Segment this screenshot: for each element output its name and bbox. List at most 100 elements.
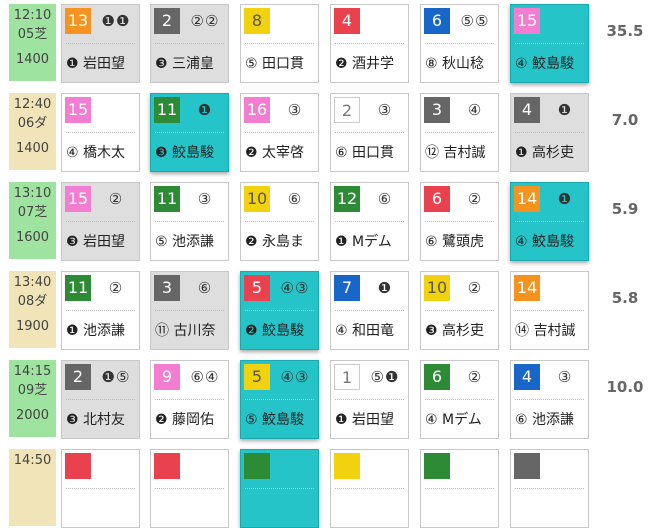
entry-cell[interactable]: 9 ⑥④ ❷ 藤岡佑 xyxy=(150,360,229,439)
jockey-name: ❷ 藤岡佑 xyxy=(155,412,215,428)
jockey-name: ❷ 酒井学 xyxy=(335,56,395,72)
jockey-name: ④ 鮫島駿 xyxy=(515,234,575,250)
horse-number-badge: 13 xyxy=(65,8,91,34)
recent-finish-marks xyxy=(543,276,587,300)
odds-value: 10.0 xyxy=(606,378,644,396)
entry-cell-highlighted[interactable]: 14 ❶ ④ 鮫島駿 xyxy=(510,182,589,261)
jockey-name: ❶ 岩田望 xyxy=(66,56,126,72)
race-distance: 2000 xyxy=(15,408,50,423)
jockey-name: ❸ 高杉吏 xyxy=(425,323,485,339)
entry-cell[interactable]: 8 ⑤ 田口貫 xyxy=(240,4,319,83)
entry-cell[interactable] xyxy=(510,449,589,528)
jockey-name: ❸ 鮫島駿 xyxy=(155,145,215,161)
recent-finish-marks xyxy=(94,454,138,478)
jockey-name: ⑫ 吉村誠 xyxy=(425,145,486,161)
entry-cell[interactable]: 3⑥ ⑪ 古川奈 xyxy=(150,271,229,350)
divider xyxy=(66,488,135,489)
entry-cell[interactable]: 15 ② ❸ 岩田望 xyxy=(61,182,140,261)
jockey-name: ⑥ 田口貫 xyxy=(335,145,395,161)
entry-cell[interactable]: 7❶ ④ 和田竜 xyxy=(330,271,409,350)
recent-finish-marks: ③ xyxy=(197,190,213,208)
recent-finish-marks: ② xyxy=(467,368,483,386)
entry-cell[interactable] xyxy=(150,449,229,528)
divider xyxy=(245,132,314,133)
recent-finish-marks: ⑤⑤ xyxy=(460,12,490,30)
jockey-name: ⑪ 古川奈 xyxy=(155,323,216,339)
horse-number-badge: 14 xyxy=(514,275,540,301)
entry-cell[interactable] xyxy=(61,449,140,528)
recent-finish-marks: ② xyxy=(467,190,483,208)
jockey-name: ❶ 岩田望 xyxy=(335,412,395,428)
entry-cell[interactable]: 15 ④ 橋木太 xyxy=(61,93,140,172)
race-info: 12:10 05芝 1400 xyxy=(9,4,56,81)
entry-cell-highlighted[interactable]: 5 ④③ ⑤ 鮫島駿 xyxy=(240,360,319,439)
horse-number-badge: 6 xyxy=(424,8,450,34)
recent-finish-marks xyxy=(363,9,407,33)
entry-cell[interactable]: 1 ⑤❶ ❶ 岩田望 xyxy=(330,360,409,439)
horse-number-badge xyxy=(334,453,360,479)
entry-cell[interactable]: 11 ③ ⑤ 池添謙 xyxy=(150,182,229,261)
race-course: 05芝 xyxy=(17,27,48,42)
odds-value: 7.0 xyxy=(611,111,639,129)
race-time: 13:10 xyxy=(13,186,52,201)
divider xyxy=(245,488,314,489)
entry-cell-highlighted[interactable] xyxy=(240,449,319,528)
entry-cell[interactable] xyxy=(330,449,409,528)
race-distance: 1600 xyxy=(15,230,50,245)
entry-cell-highlighted[interactable]: 15 ④ 鮫島駿 xyxy=(510,4,589,83)
entry-cell[interactable]: 4③ ⑥ 池添謙 xyxy=(510,360,589,439)
divider xyxy=(66,43,135,44)
recent-finish-marks: ② xyxy=(108,279,124,297)
horse-number-badge: 2 xyxy=(65,364,91,390)
entry-cell[interactable]: 2 ②② ❸ 三浦皇 xyxy=(150,4,229,83)
entry-cell-highlighted[interactable]: 5 ④③ ❷ 鮫島駿 xyxy=(240,271,319,350)
recent-finish-marks xyxy=(363,454,407,478)
recent-finish-marks: ⑤❶ xyxy=(370,368,400,386)
entry-cell[interactable]: 12 ⑥ ❶ Mデム xyxy=(330,182,409,261)
entry-cell[interactable]: 4 ❷ 酒井学 xyxy=(330,4,409,83)
entry-cell[interactable]: 6 ⑤⑤ ⑧ 秋山稔 xyxy=(420,4,499,83)
divider xyxy=(425,132,494,133)
jockey-name: ⑤ 池添謙 xyxy=(155,234,215,250)
horse-number-badge: 14 xyxy=(514,186,540,212)
horse-number-badge: 11 xyxy=(154,186,180,212)
divider xyxy=(245,310,314,311)
entry-cell-highlighted[interactable]: 11 ❶ ❸ 鮫島駿 xyxy=(150,93,229,172)
divider xyxy=(515,132,584,133)
race-distance: 1400 xyxy=(15,141,50,156)
horse-number-badge: 4 xyxy=(514,364,540,390)
entry-cell[interactable]: 4❶ ❶ 高杉吏 xyxy=(510,93,589,172)
horse-number-badge: 1 xyxy=(334,364,360,390)
recent-finish-marks xyxy=(183,454,227,478)
horse-number-badge: 10 xyxy=(244,186,270,212)
jockey-name xyxy=(66,498,137,520)
recent-finish-marks: ❶ xyxy=(557,101,573,119)
entry-cell[interactable] xyxy=(420,449,499,528)
entry-cell[interactable]: 6② ④ Mデム xyxy=(420,360,499,439)
divider xyxy=(425,399,494,400)
entry-cell[interactable]: 11 ② ❶ 池添謙 xyxy=(61,271,140,350)
divider xyxy=(335,43,404,44)
odds-value: 35.5 xyxy=(606,22,644,40)
divider xyxy=(155,43,224,44)
horse-number-badge: 8 xyxy=(244,8,270,34)
entry-cell[interactable]: 14 ⑭ 吉村誠 xyxy=(510,271,589,350)
jockey-name: ⑥ 池添謙 xyxy=(515,412,575,428)
jockey-name xyxy=(245,498,316,520)
horse-number-badge: 4 xyxy=(514,97,540,123)
horse-number-badge: 15 xyxy=(65,186,91,212)
jockey-name xyxy=(335,498,406,520)
entry-cell[interactable]: 6② ⑥ 鷺頭虎 xyxy=(420,182,499,261)
entry-cell[interactable]: 13 ❶❶ ❶ 岩田望 xyxy=(61,4,140,83)
entry-cell[interactable]: 16 ③ ❷ 太宰啓 xyxy=(240,93,319,172)
recent-finish-marks: ⑥ xyxy=(197,279,213,297)
entry-cell[interactable]: 10 ⑥ ❷ 永島ま xyxy=(240,182,319,261)
divider xyxy=(515,221,584,222)
entry-cell[interactable]: 10 ② ❸ 高杉吏 xyxy=(420,271,499,350)
entry-cell[interactable]: 2③ ⑥ 田口貫 xyxy=(330,93,409,172)
divider xyxy=(425,488,494,489)
entry-cell[interactable]: 3④ ⑫ 吉村誠 xyxy=(420,93,499,172)
jockey-name: ④ 橋木太 xyxy=(66,145,126,161)
entry-cell[interactable]: 2 ❶⑤ ❸ 北村友 xyxy=(61,360,140,439)
race-distance xyxy=(9,495,56,514)
